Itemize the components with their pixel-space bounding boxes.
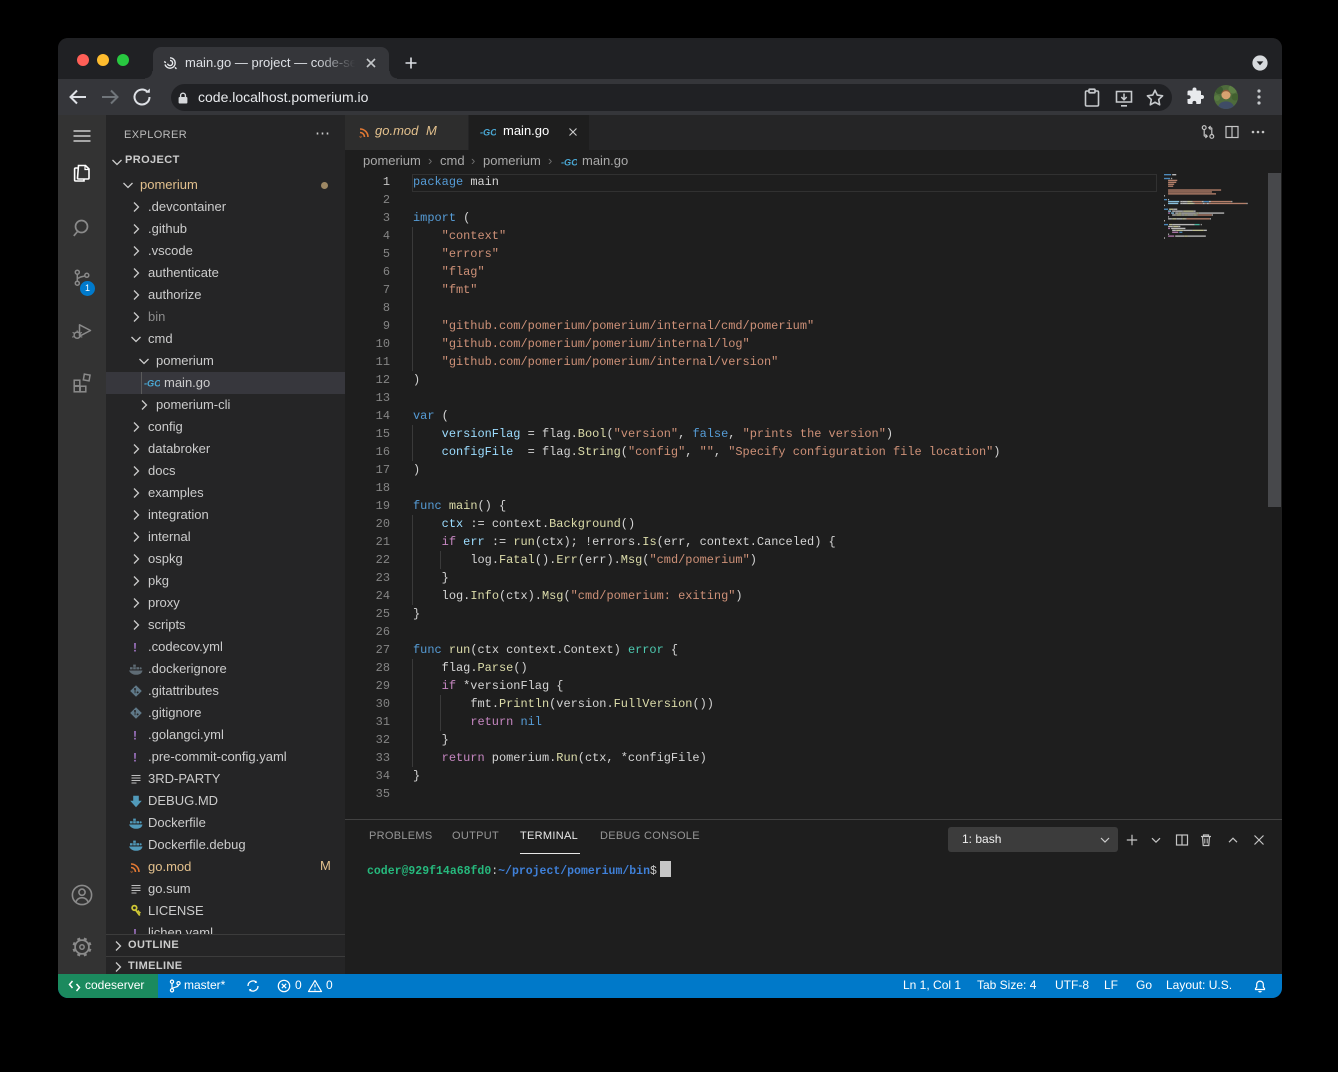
svg-text:!: ! (133, 641, 137, 655)
svg-text:-GO: -GO (480, 128, 496, 138)
svg-text:-GO: -GO (561, 158, 577, 168)
svg-text:!: ! (133, 729, 137, 743)
svg-text:!: ! (133, 751, 137, 765)
svg-text:-GO: -GO (144, 379, 160, 389)
